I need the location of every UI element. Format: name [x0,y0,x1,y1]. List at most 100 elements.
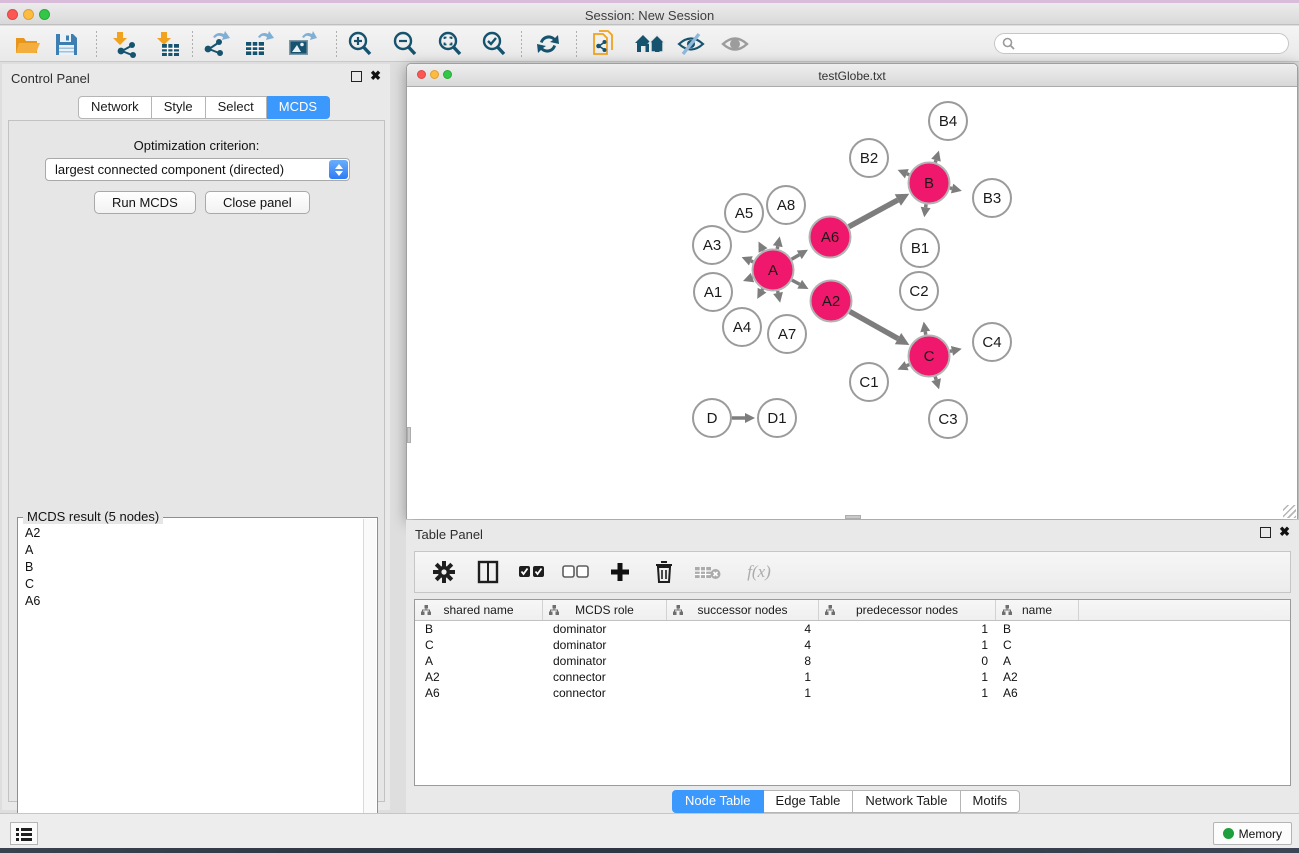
tab-mcds[interactable]: MCDS [267,96,330,119]
result-item[interactable]: C [20,575,362,592]
import-network-icon[interactable] [107,29,139,59]
table-cell[interactable]: 1 [819,685,996,701]
table-cell[interactable]: A2 [415,669,543,685]
table-cell[interactable]: A6 [996,685,1079,701]
network-graph[interactable]: B4B2BB3A8A5A6A3B1AA1C2A2A4A7C4CC1C3DD1 [407,87,1297,519]
splitter-handle-icon[interactable] [845,515,861,519]
edge-A-A2[interactable] [792,280,800,284]
edge-A-A6[interactable] [792,255,800,259]
task-history-button[interactable] [10,822,38,845]
result-item[interactable]: A [20,541,362,558]
edge-A6-B[interactable] [849,200,898,227]
result-item[interactable]: A6 [20,592,362,609]
edge-C-C1[interactable] [907,365,910,366]
table-cell[interactable]: 1 [819,637,996,653]
table-cell[interactable]: 0 [819,653,996,669]
deselect-all-icon[interactable] [561,557,591,587]
column-header-MCDS-role[interactable]: MCDS role [543,600,667,620]
table-cell[interactable]: dominator [543,653,667,669]
column-header-successor-nodes[interactable]: successor nodes [667,600,819,620]
table-cell[interactable]: B [415,621,543,637]
edge-B-B4[interactable] [935,160,936,162]
delete-table-icon[interactable] [693,557,723,587]
clone-network-icon[interactable] [588,29,620,59]
zoom-selected-icon[interactable] [478,29,510,59]
apply-layout-icon[interactable] [532,29,564,59]
run-mcds-button[interactable]: Run MCDS [94,191,196,214]
float-panel-icon[interactable] [351,71,362,82]
search-input[interactable] [1019,37,1288,51]
settings-gear-icon[interactable] [429,557,459,587]
table-cell[interactable]: 1 [667,685,819,701]
table-cell[interactable]: A6 [415,685,543,701]
network-canvas[interactable]: B4B2BB3A8A5A6A3B1AA1C2A2A4A7C4CC1C3DD1 [407,87,1297,519]
table-cell[interactable]: 4 [667,621,819,637]
close-panel-button[interactable]: Close panel [205,191,310,214]
column-header-name[interactable]: name [996,600,1079,620]
tab-network-table[interactable]: Network Table [853,790,960,813]
zoom-in-icon[interactable] [344,29,376,59]
table-cell[interactable]: C [996,637,1079,653]
import-table-icon[interactable] [151,29,183,59]
table-cell[interactable]: A [996,653,1079,669]
splitter-handle-icon[interactable] [407,427,411,443]
export-network-icon[interactable] [199,29,231,59]
optimization-criterion-select[interactable]: largest connected component (directed) [45,158,350,181]
table-cell[interactable]: connector [543,669,667,685]
export-image-icon[interactable] [285,29,317,59]
edge-A-A8[interactable] [777,246,778,249]
table-row[interactable]: Adominator80A [415,653,1290,669]
hide-selected-icon[interactable] [675,29,707,59]
column-layout-icon[interactable] [473,557,503,587]
edge-B-B2[interactable] [907,174,909,175]
table-row[interactable]: Cdominator41C [415,637,1290,653]
table-row[interactable]: A6connector11A6 [415,685,1290,701]
zoom-fit-icon[interactable] [434,29,466,59]
table-row[interactable]: Bdominator41B [415,621,1290,637]
home-view-icon[interactable] [633,29,665,59]
show-all-icon[interactable] [719,29,751,59]
tab-motifs[interactable]: Motifs [961,790,1021,813]
table-cell[interactable]: 8 [667,653,819,669]
table-row[interactable]: A2connector11A2 [415,669,1290,685]
column-header-shared-name[interactable]: shared name [415,600,543,620]
edge-B-B3[interactable] [950,188,952,189]
tab-select[interactable]: Select [206,96,267,119]
memory-button[interactable]: Memory [1213,822,1292,845]
open-session-icon[interactable] [12,29,44,59]
add-column-icon[interactable] [605,557,635,587]
tab-network[interactable]: Network [78,96,152,119]
network-window-titlebar[interactable]: testGlobe.txt [407,64,1297,87]
search-box[interactable] [994,33,1289,54]
close-panel-icon[interactable]: ✖ [1279,525,1290,539]
edge-A-A4[interactable] [762,289,763,290]
tab-edge-table[interactable]: Edge Table [764,790,854,813]
function-builder-icon[interactable]: f(x) [737,557,781,587]
tab-style[interactable]: Style [152,96,206,119]
resize-grip-icon[interactable] [1283,505,1296,518]
result-item[interactable]: A2 [20,524,362,541]
edge-A-A3[interactable] [751,261,753,262]
table-cell[interactable]: 1 [819,621,996,637]
mcds-result-list[interactable]: A2ABCA6 [20,524,362,852]
table-cell[interactable]: B [996,621,1079,637]
table-cell[interactable]: 4 [667,637,819,653]
save-session-icon[interactable] [50,29,82,59]
column-header-predecessor-nodes[interactable]: predecessor nodes [819,600,996,620]
result-item[interactable]: B [20,558,362,575]
table-cell[interactable]: 1 [819,669,996,685]
table-cell[interactable]: dominator [543,621,667,637]
tab-node-table[interactable]: Node Table [672,790,764,813]
close-panel-icon[interactable]: ✖ [370,69,381,83]
export-table-icon[interactable] [242,29,274,59]
node-table[interactable]: shared nameMCDS rolesuccessor nodesprede… [414,599,1291,786]
table-cell[interactable]: C [415,637,543,653]
table-cell[interactable]: A2 [996,669,1079,685]
delete-column-trash-icon[interactable] [649,557,679,587]
table-cell[interactable]: connector [543,685,667,701]
edge-C-C3[interactable] [935,377,936,380]
zoom-out-icon[interactable] [389,29,421,59]
select-all-icon[interactable] [517,557,547,587]
edge-A2-C[interactable] [850,312,898,339]
table-cell[interactable]: dominator [543,637,667,653]
